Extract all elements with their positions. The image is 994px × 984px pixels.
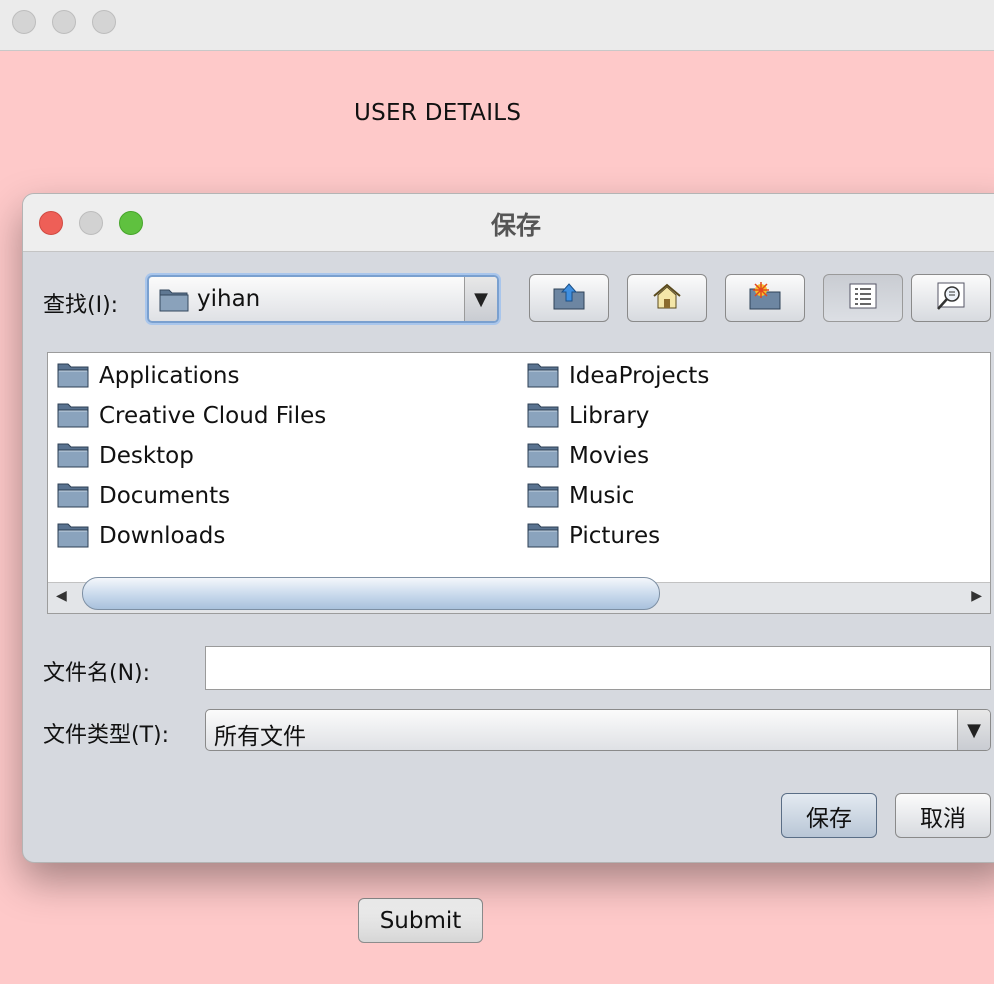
chevron-down-icon[interactable]: ▼ [957, 710, 990, 750]
save-button[interactable]: 保存 [781, 793, 877, 838]
look-in-combobox[interactable]: yihan ▼ [147, 275, 499, 323]
list-item[interactable]: Library [527, 396, 649, 436]
file-name: Desktop [99, 443, 194, 469]
list-view-icon [848, 282, 878, 314]
list-item[interactable]: Applications [57, 356, 240, 396]
details-view-icon [934, 281, 968, 315]
home-icon [650, 281, 684, 315]
scrollbar-thumb[interactable] [82, 577, 660, 610]
file-name: Downloads [99, 523, 226, 549]
file-name-label: 文件名(N): [43, 661, 151, 686]
folder-icon [57, 440, 89, 472]
folder-icon [527, 520, 559, 552]
submit-button[interactable]: Submit [358, 898, 483, 943]
cancel-button[interactable]: 取消 [895, 793, 991, 838]
list-view-button[interactable] [823, 274, 903, 322]
folder-icon [527, 440, 559, 472]
file-type-combobox[interactable]: 所有文件 ▼ [205, 709, 991, 751]
list-item[interactable]: Documents [57, 476, 230, 516]
file-name: Library [569, 403, 650, 429]
look-in-label: 查找(I): [43, 293, 119, 318]
home-button[interactable] [627, 274, 707, 322]
file-type-value: 所有文件 [214, 724, 306, 750]
dialog-titlebar: 保存 [23, 194, 994, 252]
folder-icon [527, 480, 559, 512]
main-titlebar [0, 0, 994, 51]
dialog-minimize-button[interactable] [79, 211, 103, 235]
scroll-right-icon[interactable]: ▶ [971, 588, 982, 604]
page-title: USER DETAILS [354, 100, 522, 126]
up-one-level-icon [552, 281, 586, 315]
chevron-down-icon[interactable]: ▼ [464, 277, 497, 321]
file-type-label: 文件类型(T): [43, 723, 170, 748]
folder-icon [159, 286, 189, 316]
list-item[interactable]: Creative Cloud Files [57, 396, 326, 436]
file-name: IdeaProjects [569, 363, 710, 389]
dialog-title: 保存 [491, 211, 542, 240]
folder-icon [527, 360, 559, 392]
close-window-button[interactable] [12, 10, 36, 34]
new-folder-icon [748, 281, 782, 315]
list-item[interactable]: Music [527, 476, 634, 516]
folder-icon [57, 360, 89, 392]
file-name-input[interactable] [205, 646, 991, 690]
save-dialog: 保存 查找(I): yihan ▼ Applications Creative … [22, 193, 994, 863]
file-name: Creative Cloud Files [99, 403, 327, 429]
file-name: Pictures [569, 523, 661, 549]
list-item[interactable]: Desktop [57, 436, 194, 476]
details-view-button[interactable] [911, 274, 991, 322]
folder-icon [57, 520, 89, 552]
file-name: Movies [569, 443, 650, 469]
list-item[interactable]: Movies [527, 436, 649, 476]
scroll-left-icon[interactable]: ◀ [56, 588, 67, 604]
folder-icon [57, 400, 89, 432]
file-name: Documents [99, 483, 231, 509]
list-item[interactable]: IdeaProjects [527, 356, 709, 396]
file-list[interactable]: Applications Creative Cloud Files Desktop D… [47, 352, 991, 614]
folder-icon [527, 400, 559, 432]
file-name: Music [569, 483, 635, 509]
up-one-level-button[interactable] [529, 274, 609, 322]
list-item[interactable]: Pictures [527, 516, 660, 556]
new-folder-button[interactable] [725, 274, 805, 322]
dialog-close-button[interactable] [39, 211, 63, 235]
folder-icon [57, 480, 89, 512]
minimize-window-button[interactable] [52, 10, 76, 34]
dialog-zoom-button[interactable] [119, 211, 143, 235]
list-item[interactable]: Downloads [57, 516, 225, 556]
horizontal-scrollbar[interactable]: ◀ ▶ [48, 577, 990, 613]
zoom-window-button[interactable] [92, 10, 116, 34]
look-in-value: yihan [197, 286, 261, 312]
file-name: Applications [99, 363, 240, 389]
